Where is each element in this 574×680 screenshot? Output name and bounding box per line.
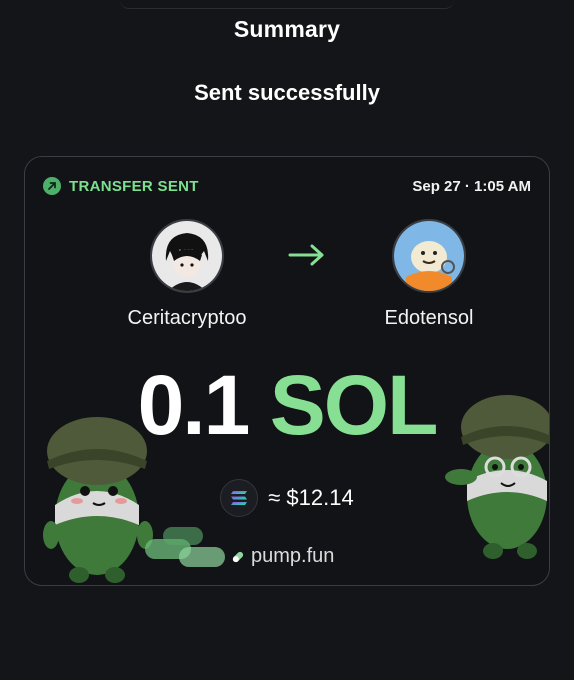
transfer-sent-label: TRANSFER SENT <box>43 177 199 195</box>
transfer-datetime: Sep 27 · 1:05 AM <box>412 177 531 195</box>
page-title: Summary <box>233 16 341 42</box>
brand-name: pump.fun <box>251 545 335 567</box>
recipient: Edotensol <box>349 219 509 330</box>
transfer-summary-screen: Summary Sent successfully TRANSFER SENT … <box>0 0 574 680</box>
transfer-card: TRANSFER SENT Sep 27 · 1:05 AM Ceritacry… <box>24 156 550 586</box>
usd-equivalent: ≈ $12.14 <box>25 479 549 517</box>
duck-avatar-icon <box>394 221 464 291</box>
status-message: Sent successfully <box>194 80 380 105</box>
pill-icon <box>232 551 244 562</box>
arrow-right-icon <box>288 244 324 266</box>
amount-unit: SOL <box>269 358 439 452</box>
anime-avatar-icon <box>152 221 222 291</box>
recipient-avatar <box>392 219 466 293</box>
recipient-name: Edotensol <box>384 307 474 329</box>
sender-name: Ceritacryptoo <box>127 307 247 329</box>
solana-logo-icon <box>220 479 259 517</box>
card-header: TRANSFER SENT Sep 27 · 1:05 AM <box>43 175 531 197</box>
amount-value: 0.1 <box>137 358 251 452</box>
transfer-amount: 0.1 SOL <box>25 357 549 453</box>
arrow-up-right-icon <box>43 177 61 195</box>
usd-value: ≈ $12.14 <box>268 485 354 510</box>
sender-avatar <box>150 219 224 293</box>
top-divider <box>120 0 454 9</box>
sender: Ceritacryptoo <box>107 219 267 330</box>
transfer-sent-text: TRANSFER SENT <box>69 177 199 195</box>
brand-footer: pump.fun <box>231 545 334 568</box>
